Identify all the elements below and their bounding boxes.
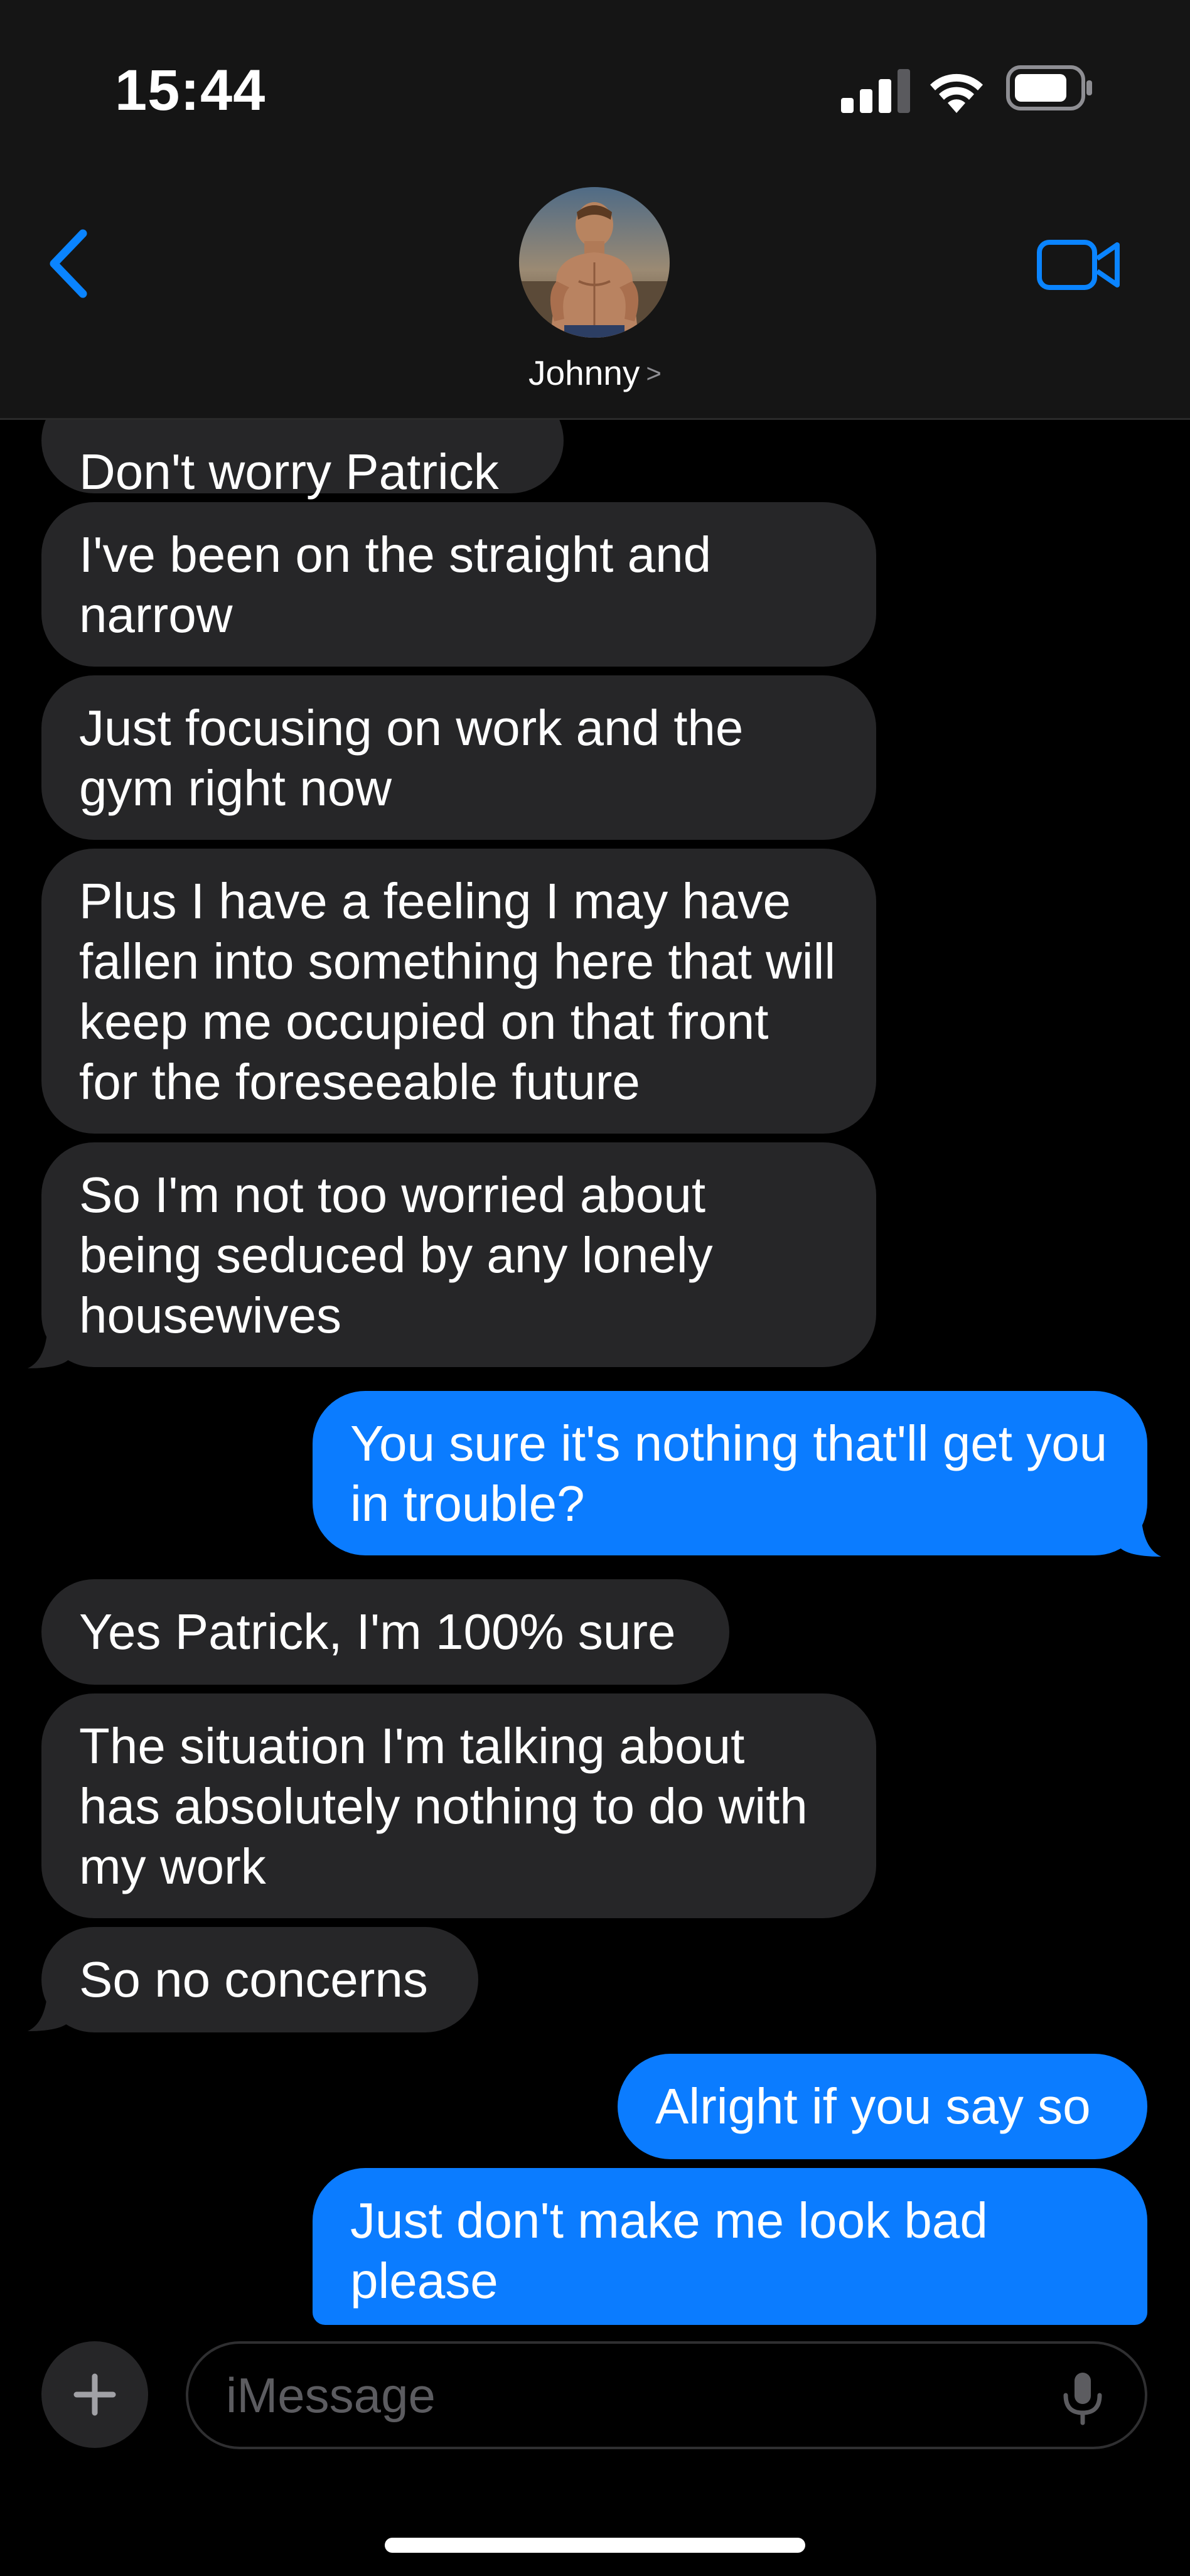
facetime-video-button[interactable] [1036,233,1123,296]
outgoing-bubble-tail [1117,1513,1161,1557]
outgoing-message[interactable]: Just don't make me look bad please [313,2168,1147,2325]
incoming-message[interactable]: I've been on the straight and narrow [41,502,876,667]
video-camera-icon [1037,240,1120,290]
contact-avatar[interactable] [519,187,670,338]
avatar-photo [519,187,670,338]
battery-icon [1006,65,1092,110]
contact-name: Johnny [528,353,640,392]
cellular-signal-icon [841,69,910,113]
incoming-message[interactable]: The situation I'm talking about has abso… [41,1693,876,1918]
header-divider [0,418,1190,420]
incoming-message[interactable]: Plus I have a feeling I may have fallen … [41,849,876,1134]
back-button[interactable] [44,226,107,308]
incoming-message[interactable]: Just focusing on work and the gym right … [41,675,876,840]
conversation-header: 15:44 Johnny > [0,0,1190,419]
chevron-left-icon [50,229,87,298]
incoming-bubble-tail [28,1987,72,2031]
dictation-button[interactable] [1054,2370,1111,2427]
wifi-icon [930,73,983,113]
apps-plus-button[interactable] [41,2341,148,2448]
microphone-icon [1063,2373,1102,2425]
outgoing-message[interactable]: Alright if you say so [618,2054,1147,2159]
outgoing-message[interactable]: You sure it's nothing that'll get you in… [313,1391,1147,1555]
home-indicator[interactable] [385,2538,805,2553]
plus-icon [73,2373,116,2416]
imessage-field [186,2341,1147,2449]
contact-name-button[interactable]: Johnny > [0,353,1190,393]
incoming-bubble-tail [28,1324,72,1368]
incoming-message[interactable]: So I'm not too worried about being seduc… [41,1142,876,1367]
chevron-right-icon: > [646,358,662,388]
messages-screen: 15:44 Johnny > Don't worry Patrick I've … [0,0,1190,2576]
message-input[interactable] [226,2344,1042,2447]
incoming-message[interactable]: Yes Patrick, I'm 100% sure [41,1579,729,1685]
incoming-message[interactable]: So no concerns [41,1927,478,2032]
status-time: 15:44 [115,58,266,122]
